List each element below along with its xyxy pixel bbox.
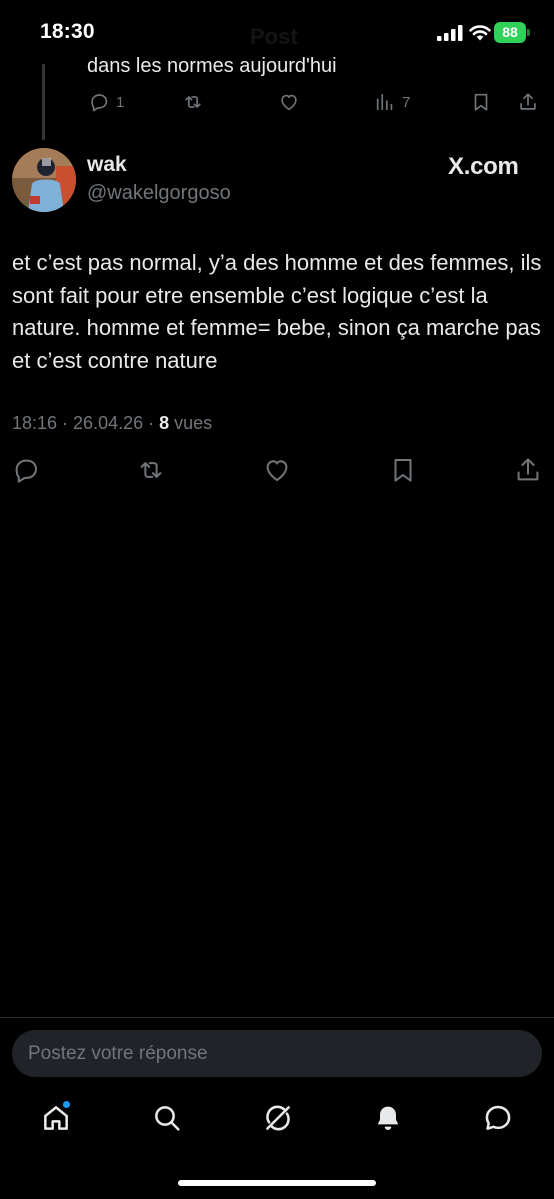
app-screen: 18:30 Post 88 dans les normes aujourd'hu… xyxy=(0,0,554,1199)
meta-separator: · xyxy=(57,413,74,433)
battery-cap xyxy=(527,29,530,36)
reply-button[interactable] xyxy=(11,455,41,485)
heart-icon xyxy=(281,94,297,111)
parent-repost-button[interactable] xyxy=(182,86,204,118)
status-time: 18:30 xyxy=(40,20,95,43)
avatar-image xyxy=(12,148,76,212)
nav-notifications[interactable] xyxy=(372,1096,406,1140)
avatar[interactable] xyxy=(12,148,76,212)
post-views-label: vues xyxy=(169,413,213,433)
parent-post-text: dans les normes aujourd'hui xyxy=(87,55,337,77)
bottom-divider xyxy=(0,1017,554,1018)
parent-views-count: 7 xyxy=(402,93,411,111)
share-icon xyxy=(517,458,539,481)
parent-post-actions: 1 7 xyxy=(0,86,554,118)
home-notification-dot xyxy=(62,1100,71,1109)
screen-title: Post xyxy=(250,24,298,49)
post-meta: 18:16 · 26.04.26 · 8 vues xyxy=(12,413,212,434)
heart-icon xyxy=(266,460,288,481)
author-name[interactable]: wak xyxy=(87,153,127,177)
analytics-icon xyxy=(376,93,393,111)
nav-search[interactable] xyxy=(151,1096,185,1140)
repost-icon xyxy=(140,462,162,478)
battery-icon: 88 xyxy=(494,22,530,43)
messages-icon xyxy=(485,1105,511,1130)
post-views-count[interactable]: 8 xyxy=(159,413,169,433)
signal-icon xyxy=(437,25,463,41)
nav-messages[interactable] xyxy=(482,1096,516,1140)
notifications-icon xyxy=(377,1106,399,1130)
share-icon xyxy=(520,93,536,110)
repost-icon xyxy=(185,96,201,108)
repost-button[interactable] xyxy=(136,455,166,485)
bookmark-button[interactable] xyxy=(388,455,418,485)
reply-placeholder: Postez votre réponse xyxy=(28,1043,208,1064)
author-handle[interactable]: @wakelgorgoso xyxy=(87,182,231,205)
meta-separator: · xyxy=(143,413,160,433)
bookmark-icon xyxy=(394,459,412,482)
bottom-nav xyxy=(0,1096,554,1146)
like-button[interactable] xyxy=(262,455,292,485)
grok-icon xyxy=(266,1105,290,1131)
parent-like-button[interactable] xyxy=(278,86,300,118)
battery-level: 88 xyxy=(494,22,526,43)
search-icon xyxy=(155,1106,180,1131)
share-button[interactable] xyxy=(513,455,543,485)
parent-bookmark-button[interactable] xyxy=(470,86,492,118)
reply-icon xyxy=(91,94,108,112)
nav-grok[interactable] xyxy=(262,1096,296,1140)
home-indicator[interactable] xyxy=(178,1180,376,1186)
post-actions xyxy=(0,455,554,487)
post-text: et c’est pas normal, y’a des homme et de… xyxy=(12,250,542,373)
post-time: 18:16 xyxy=(12,413,58,433)
parent-views-button[interactable]: 7 xyxy=(374,86,410,118)
parent-reply-button[interactable]: 1 xyxy=(88,86,124,118)
bookmark-icon xyxy=(474,93,488,111)
parent-share-button[interactable] xyxy=(517,86,539,118)
reply-icon xyxy=(15,459,37,483)
parent-reply-count: 1 xyxy=(116,93,125,111)
wifi-icon xyxy=(469,25,491,41)
reply-input[interactable]: Postez votre réponse xyxy=(12,1030,542,1077)
nav-home[interactable] xyxy=(40,1096,74,1140)
post-date: 26.04.26 xyxy=(73,413,144,433)
x-com-logo: X.com xyxy=(448,153,519,180)
